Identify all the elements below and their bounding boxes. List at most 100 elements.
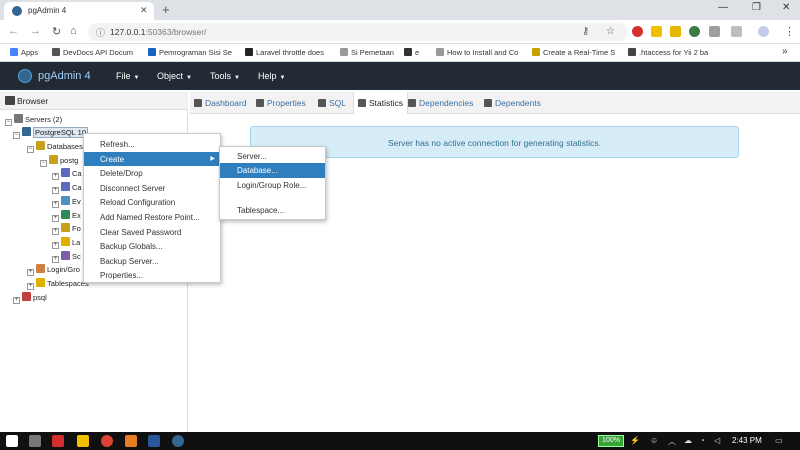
expand-icon[interactable]: + (52, 256, 59, 263)
menu-object[interactable]: Object ▼ (157, 71, 192, 81)
profile-avatar[interactable] (758, 26, 769, 37)
bookmark-item[interactable]: Pemrograman Sisi Se (148, 48, 232, 57)
menu-help[interactable]: Help ▼ (258, 71, 285, 81)
bookmark-item[interactable]: DevDocs API Docum (52, 48, 133, 57)
context-menu-item[interactable]: Reload Configuration (84, 195, 220, 210)
app-icon[interactable] (52, 435, 64, 447)
extension-icon[interactable] (709, 26, 720, 37)
maximize-window-button[interactable]: ❐ (752, 2, 761, 13)
reload-icon[interactable]: ↻ (52, 25, 61, 38)
collapse-icon[interactable]: − (13, 132, 20, 139)
bookmark-item[interactable]: e (404, 48, 419, 57)
context-menu-item[interactable]: Create ▶ (84, 151, 220, 167)
context-menu-item[interactable]: Disconnect Server (84, 181, 220, 196)
volume-icon[interactable]: ◁ (714, 436, 720, 445)
tab-properties[interactable]: Properties (256, 92, 306, 114)
context-menu-item[interactable]: Delete/Drop (84, 166, 220, 181)
tree-node[interactable]: − PostgreSQL 10 (13, 127, 89, 139)
pgadmin-taskbar-icon[interactable] (172, 435, 184, 447)
submenu-item[interactable]: Tablespace... (220, 203, 325, 218)
tree-node[interactable]: + psql (13, 292, 47, 304)
close-tab-icon[interactable]: ✕ (140, 5, 148, 16)
collapse-icon[interactable]: − (5, 119, 12, 126)
new-tab-button[interactable]: + (162, 2, 170, 17)
context-menu-item[interactable]: Properties... (84, 268, 220, 283)
people-icon[interactable]: ☺ (650, 436, 658, 445)
expand-icon[interactable]: + (52, 228, 59, 235)
chevron-up-icon[interactable]: ︿ (668, 436, 676, 447)
task-view-icon[interactable] (29, 435, 41, 447)
context-menu-item[interactable]: Backup Globals... (84, 239, 220, 254)
submenu-item[interactable]: Login/Group Role... (220, 178, 325, 203)
tree-node[interactable]: + La (52, 237, 80, 249)
tree-node[interactable]: + Sc (52, 251, 81, 263)
battery-indicator[interactable]: 100% (598, 435, 624, 447)
tree-node[interactable]: + Fo (52, 223, 81, 235)
clock[interactable]: 2:43 PM (732, 436, 762, 445)
site-info-icon[interactable]: ⓘ (96, 26, 105, 39)
bookmark-item[interactable]: Laravel throttle does (245, 48, 324, 57)
plug-icon[interactable]: ⚡ (630, 436, 640, 445)
tree-node[interactable]: + Ca (52, 182, 82, 194)
tree-node[interactable]: + Ca (52, 168, 82, 180)
bookmark-item[interactable]: Create a Real-Time S (532, 48, 615, 57)
browser-tab[interactable]: pgAdmin 4 ✕ (4, 2, 154, 20)
notification-icon[interactable]: ▭ (775, 436, 783, 445)
submenu-item[interactable]: Server... (220, 149, 325, 163)
bookmark-item[interactable]: Apps (10, 48, 38, 57)
wifi-icon[interactable]: ◔ (700, 436, 705, 445)
context-menu-item[interactable]: Add Named Restore Point... (84, 210, 220, 225)
expand-icon[interactable]: + (27, 283, 34, 290)
tree-node[interactable]: − Databases (27, 141, 83, 153)
onedrive-icon[interactable]: ☁ (684, 436, 692, 445)
browser-menu-icon[interactable]: ⋮ (784, 25, 795, 38)
adblock-extension-icon[interactable] (632, 26, 643, 37)
bookmark-item[interactable]: Si Pemetaan (340, 48, 394, 57)
bookmark-item[interactable]: How to Install and Co (436, 48, 518, 57)
collapse-icon[interactable]: − (27, 146, 34, 153)
bookmark-star-icon[interactable]: ☆ (606, 26, 615, 37)
submenu-item[interactable]: Database... (220, 163, 325, 178)
expand-icon[interactable]: + (52, 201, 59, 208)
home-icon[interactable]: ⌂ (70, 25, 77, 37)
tab-statistics[interactable]: Statistics (353, 92, 409, 114)
extension-icon[interactable] (651, 26, 662, 37)
chrome-icon[interactable] (101, 435, 113, 447)
extension-icon[interactable] (731, 26, 742, 37)
back-arrow-icon[interactable]: ← (8, 25, 19, 37)
expand-icon[interactable]: + (52, 187, 59, 194)
tree-node[interactable]: + Ev (52, 196, 81, 208)
extension-icon[interactable] (689, 26, 700, 37)
bookmark-item[interactable]: .htaccess for Yii 2 ba (628, 48, 708, 57)
expand-icon[interactable]: + (52, 242, 59, 249)
tree-node[interactable]: − postg (40, 155, 78, 167)
expand-icon[interactable]: + (13, 297, 20, 304)
file-explorer-icon[interactable] (77, 435, 89, 447)
forward-arrow-icon[interactable]: → (30, 25, 41, 37)
tree-node[interactable]: + Login/Gro (27, 264, 80, 276)
context-menu-item[interactable]: Clear Saved Password (84, 225, 220, 240)
context-menu-item[interactable]: Refresh... (84, 137, 220, 152)
menu-file[interactable]: File ▼ (116, 71, 139, 81)
menu-tools[interactable]: Tools ▼ (210, 71, 240, 81)
close-window-button[interactable]: ✕ (782, 2, 790, 13)
collapse-icon[interactable]: − (40, 160, 47, 167)
context-menu-item[interactable]: Backup Server... (84, 254, 220, 269)
tree-node[interactable]: + Tablespaces (27, 278, 89, 290)
expand-icon[interactable]: + (27, 269, 34, 276)
app-icon[interactable] (125, 435, 137, 447)
tab-dependents[interactable]: Dependents (484, 92, 541, 114)
tree-node[interactable]: − Servers (2) (5, 114, 62, 126)
url-input[interactable]: ⓘ 127.0.0.1:50363/browser/ ⚷ ☆ (88, 23, 628, 41)
tree-node[interactable]: + Ex (52, 210, 81, 222)
tab-sql[interactable]: SQL (318, 92, 346, 114)
expand-icon[interactable]: + (52, 215, 59, 222)
tab-dashboard[interactable]: Dashboard (194, 92, 247, 114)
expand-icon[interactable]: + (52, 173, 59, 180)
more-bookmarks-button[interactable]: » (782, 46, 788, 57)
key-icon[interactable]: ⚷ (582, 26, 589, 37)
tab-dependencies[interactable]: Dependencies (408, 92, 473, 114)
word-icon[interactable] (148, 435, 160, 447)
extension-icon[interactable] (670, 26, 681, 37)
windows-start-icon[interactable] (6, 435, 18, 447)
